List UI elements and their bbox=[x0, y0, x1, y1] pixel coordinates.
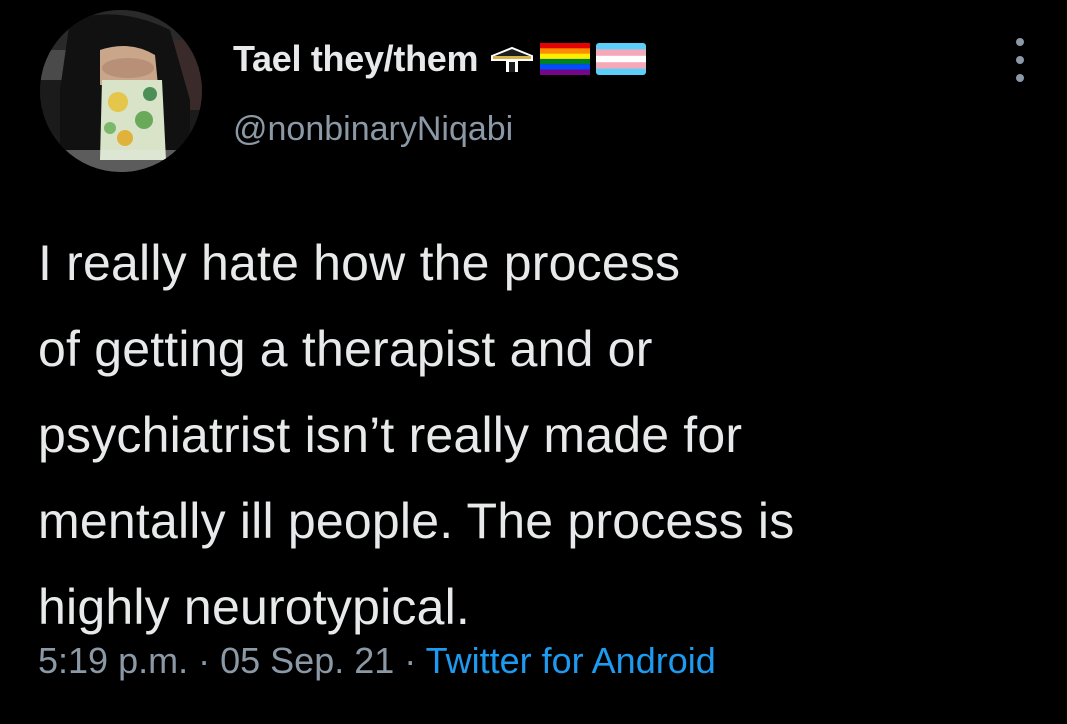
user-handle[interactable]: @nonbinaryNiqabi bbox=[233, 110, 513, 149]
tweet-text-line: of getting a therapist and or bbox=[38, 321, 653, 377]
tweet-text-line: mentally ill people. The process is bbox=[38, 493, 795, 549]
tweet-meta: 5:19 p.m. · 05 Sep. 21 · Twitter for And… bbox=[38, 640, 716, 682]
meta-separator: · bbox=[404, 640, 426, 681]
tweet-time[interactable]: 5:19 p.m. bbox=[38, 640, 188, 681]
tweet-text-line: highly neurotypical. bbox=[38, 579, 471, 635]
avatar[interactable] bbox=[40, 10, 202, 172]
tweet-source-link[interactable]: Twitter for Android bbox=[426, 640, 716, 681]
tweet-text-line: I really hate how the process bbox=[38, 235, 681, 291]
more-options-button[interactable] bbox=[1006, 38, 1034, 82]
tweet-text: I really hate how the process of getting… bbox=[38, 220, 1048, 650]
tweet-text-line: psychiatrist isn’t really made for bbox=[38, 407, 743, 463]
name-emoji-group bbox=[490, 43, 647, 75]
more-vertical-icon bbox=[1016, 38, 1024, 46]
rainbow-flag-emoji-icon bbox=[540, 43, 591, 75]
tweet-date[interactable]: 05 Sep. 21 bbox=[220, 640, 394, 681]
kaaba-emoji-icon bbox=[490, 44, 534, 74]
display-name-row: Tael they/them bbox=[233, 32, 647, 86]
transgender-flag-emoji-icon bbox=[596, 43, 647, 75]
tweet-card: Tael they/them @nonbinaryNiqabi I really… bbox=[0, 0, 1067, 724]
avatar-image bbox=[40, 10, 202, 172]
more-vertical-icon-dot bbox=[1016, 56, 1024, 64]
more-vertical-icon-dot bbox=[1016, 74, 1024, 82]
display-name[interactable]: Tael they/them bbox=[233, 38, 479, 80]
meta-separator: · bbox=[198, 640, 221, 681]
